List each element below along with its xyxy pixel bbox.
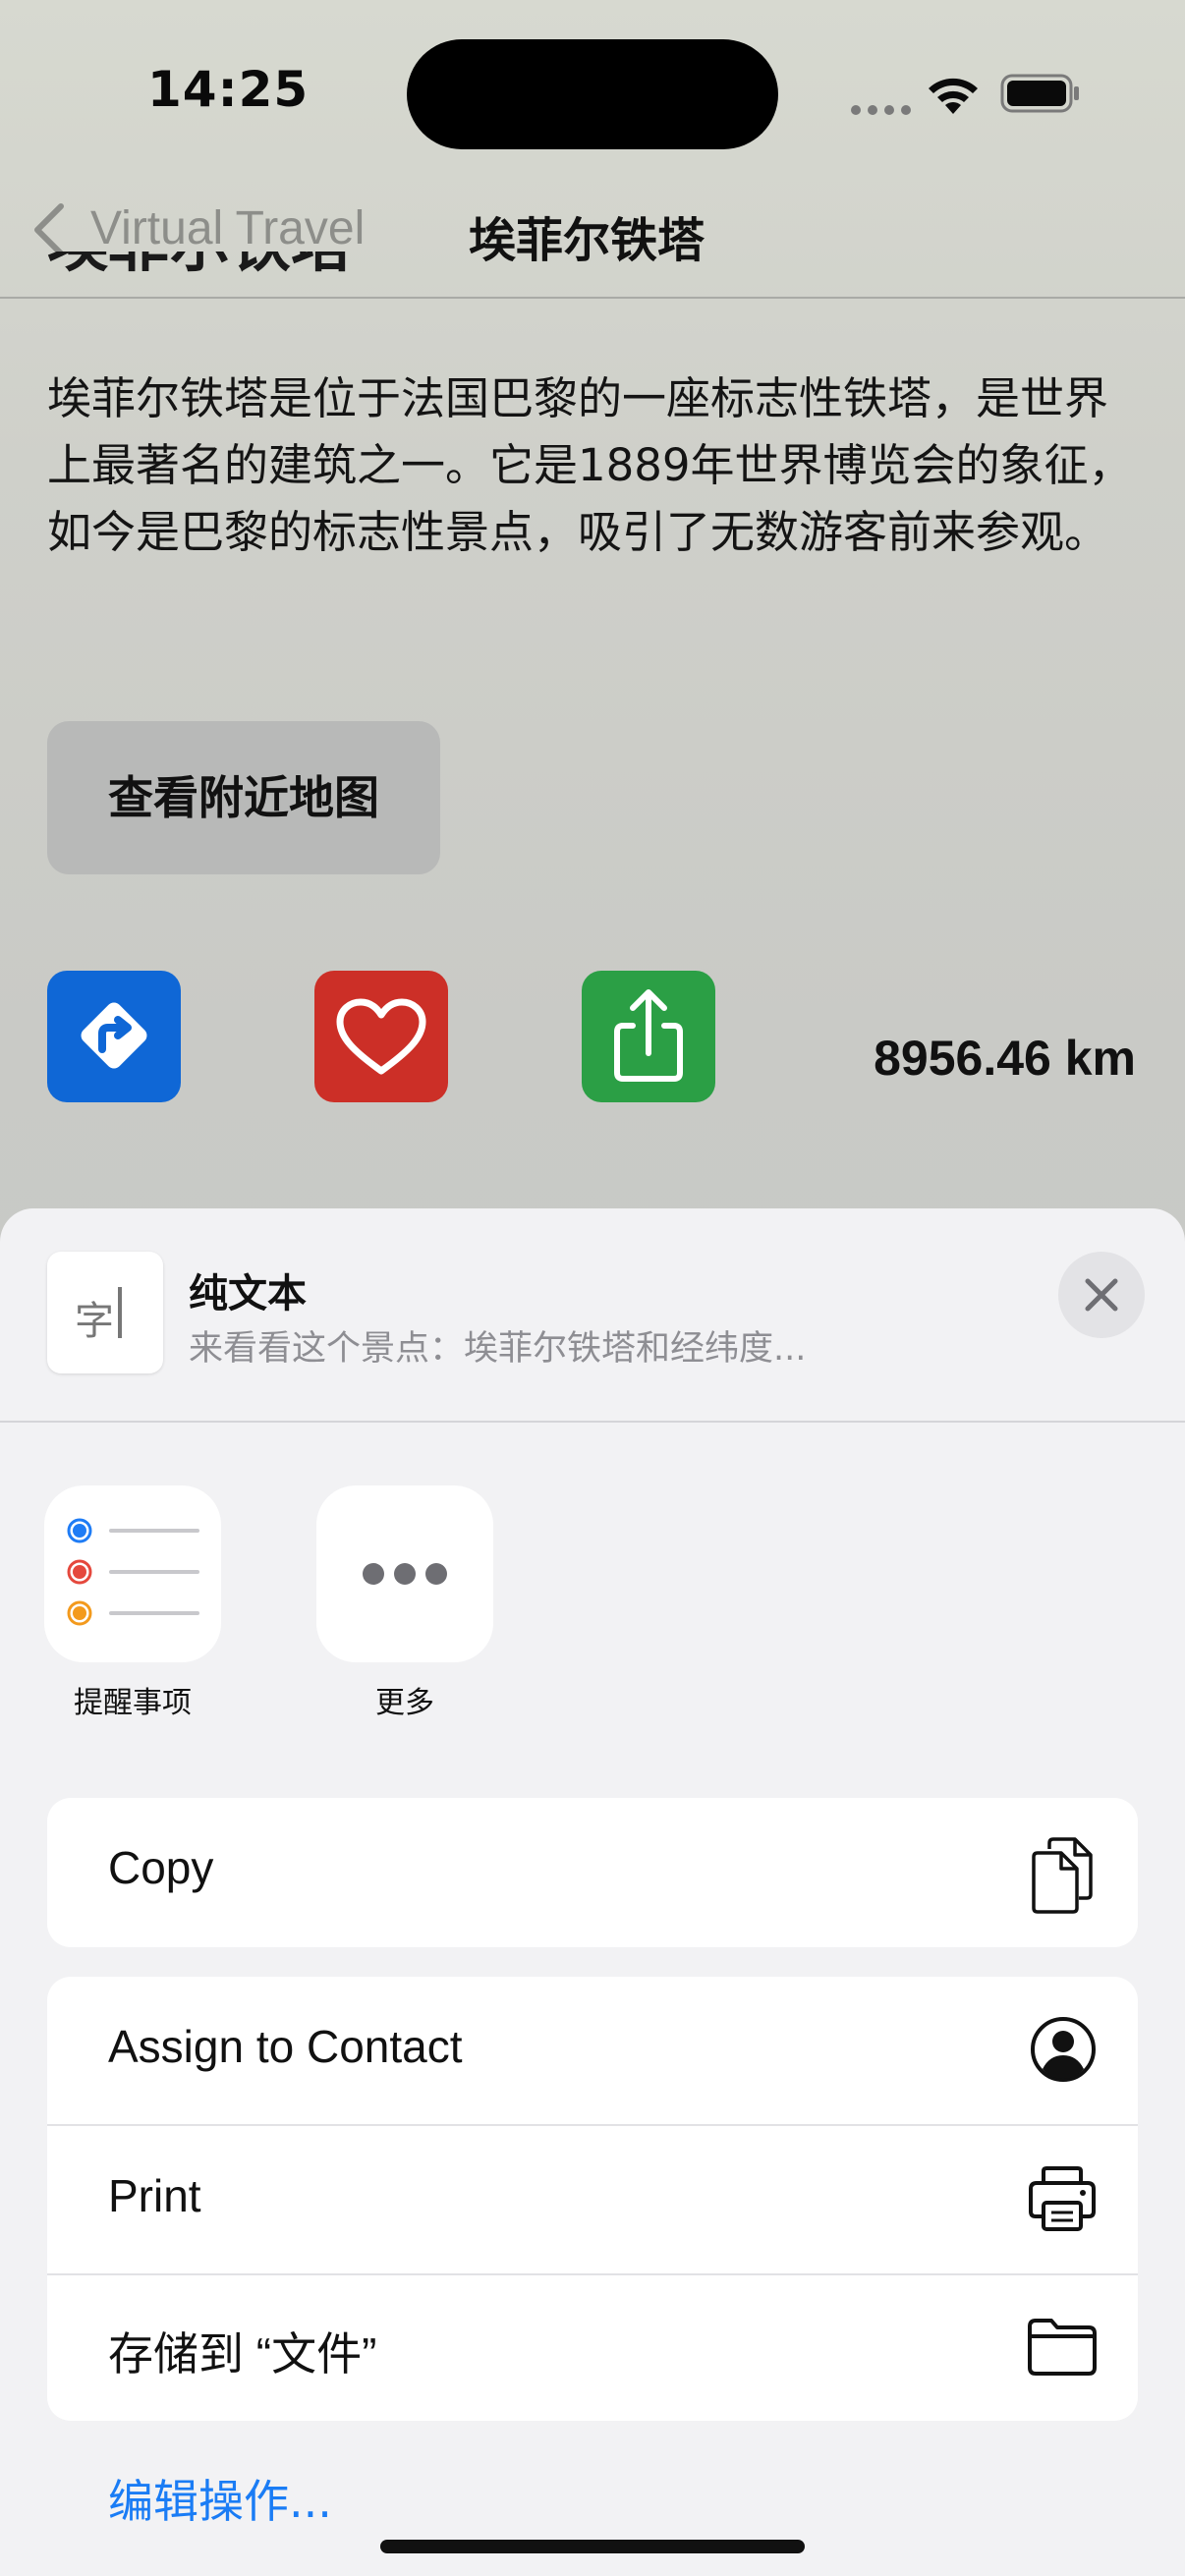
- more-apps-label: 更多: [375, 1686, 434, 1720]
- view-nearby-map-button[interactable]: 查看附近地图: [47, 721, 440, 874]
- edit-actions-link[interactable]: 编辑操作...: [108, 2466, 332, 2531]
- print-label: Print: [108, 2170, 201, 2221]
- assign-to-contact-action[interactable]: Assign to Contact: [47, 1977, 1138, 2126]
- save-to-files-action[interactable]: 存储到 “文件”: [47, 2275, 1138, 2421]
- back-button[interactable]: Virtual Travel: [90, 201, 365, 255]
- wifi-icon: [929, 78, 978, 114]
- reminders-icon: [67, 1518, 199, 1626]
- print-action[interactable]: Print: [47, 2126, 1138, 2275]
- assign-to-contact-label: Assign to Contact: [108, 2021, 463, 2072]
- text-cursor-icon: [118, 1287, 122, 1338]
- share-sheet-title: 纯文本: [189, 1271, 307, 1316]
- back-chevron-icon[interactable]: [24, 200, 73, 259]
- actions-group: Assign to Contact Print 存储到 “文件”: [47, 1977, 1138, 2421]
- more-icon: [363, 1563, 447, 1585]
- page-heading: 埃菲尔铁塔: [47, 252, 352, 297]
- printer-icon: [1029, 2166, 1096, 2231]
- save-to-files-label: 存储到 “文件”: [108, 2328, 377, 2380]
- share-icon: [614, 989, 683, 1082]
- copy-action-group: Copy: [47, 1798, 1138, 1947]
- battery-icon: [1000, 74, 1079, 113]
- nav-title: 埃菲尔铁塔: [469, 213, 705, 268]
- reminders-app-button[interactable]: [44, 1485, 221, 1662]
- directions-button[interactable]: [47, 971, 181, 1102]
- close-button[interactable]: [1058, 1252, 1145, 1338]
- heart-icon: [336, 998, 426, 1075]
- folder-icon: [1028, 2319, 1097, 2376]
- plain-text-thumbnail: 字: [47, 1252, 163, 1373]
- dynamic-island: [407, 39, 778, 149]
- distance-value: 8956.46 km: [874, 1031, 1136, 1086]
- home-indicator: [380, 2540, 805, 2553]
- favorite-button[interactable]: [314, 971, 448, 1102]
- landmark-description: 埃菲尔铁塔是位于法国巴黎的一座标志性铁塔，是世界上最著名的建筑之一。它是1889…: [47, 372, 1133, 558]
- directions-icon: [81, 1002, 147, 1069]
- copy-label: Copy: [108, 1842, 214, 1893]
- cellular-signal-icon: [851, 100, 918, 119]
- more-apps-button[interactable]: [316, 1485, 493, 1662]
- share-sheet: 字 纯文本 来看看这个景点：埃菲尔铁塔和经纬度... 提醒事项 更多 Copy …: [0, 1208, 1185, 2576]
- status-time: 14:25: [147, 61, 310, 118]
- close-icon: [1085, 1278, 1118, 1312]
- status-bar: 14:25: [0, 0, 1185, 187]
- share-sheet-header: 字 纯文本 来看看这个景点：埃菲尔铁塔和经纬度...: [0, 1208, 1185, 1423]
- copy-icon: [1032, 1837, 1093, 1914]
- reminders-app-label: 提醒事项: [74, 1686, 192, 1720]
- copy-action[interactable]: Copy: [47, 1798, 1138, 1947]
- share-button[interactable]: [582, 971, 715, 1102]
- share-sheet-subtitle: 来看看这个景点：埃菲尔铁塔和经纬度...: [189, 1329, 807, 1369]
- contact-icon: [1031, 2017, 1096, 2082]
